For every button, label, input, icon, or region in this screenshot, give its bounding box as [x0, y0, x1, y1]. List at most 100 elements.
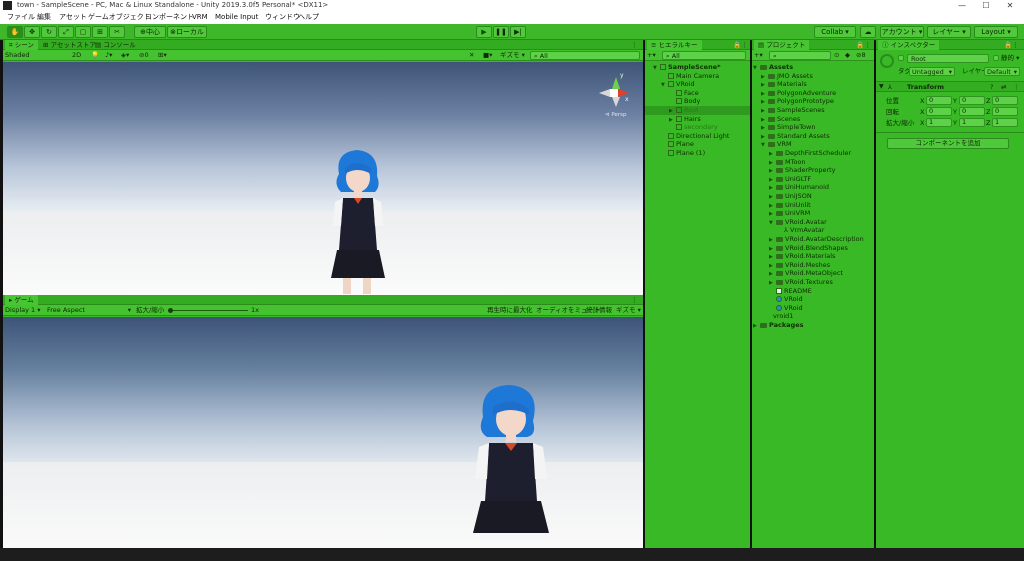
- scene-menu-icon[interactable]: ⋮: [627, 40, 642, 50]
- folder-icon: [776, 194, 783, 199]
- camera-icon[interactable]: ■▾: [483, 51, 492, 60]
- step-icon[interactable]: ▶|: [510, 26, 526, 38]
- lighting-icon[interactable]: 💡: [91, 51, 99, 60]
- tab-game[interactable]: ▸ ゲーム: [5, 295, 38, 305]
- aspect-dropdown[interactable]: Free Aspect ▾: [47, 306, 133, 315]
- display-dropdown[interactable]: Display 1 ▾: [5, 306, 45, 315]
- menu-vrm[interactable]: VRM: [192, 13, 208, 22]
- project-item[interactable]: ▶ Packages: [752, 321, 874, 330]
- 2d-toggle[interactable]: 2D: [72, 51, 81, 60]
- effects-icon[interactable]: ◈▾: [121, 51, 129, 60]
- menu-gameobject[interactable]: ゲームオブジェクト: [88, 13, 151, 22]
- hierarchy-item[interactable]: Plane (1): [645, 149, 750, 158]
- inspector-lock-icon[interactable]: 🔒⋮: [1000, 40, 1023, 50]
- transform-x-field[interactable]: 1: [926, 118, 952, 127]
- maximize-on-play-toggle[interactable]: 再生時に最大化: [487, 306, 533, 315]
- add-component-button[interactable]: コンポーネントを追加: [887, 138, 1009, 149]
- project-search-input[interactable]: ⌕: [769, 51, 831, 60]
- menu-component[interactable]: コンポーネント: [145, 13, 194, 22]
- scene-viewport[interactable]: y x ⊲ Persp: [3, 62, 643, 295]
- play-icon[interactable]: ▶: [476, 26, 492, 38]
- stats-toggle[interactable]: 統計情報: [586, 306, 612, 315]
- menu-file[interactable]: ファイル: [7, 13, 35, 22]
- menu-mobile-input[interactable]: Mobile Input: [215, 13, 258, 22]
- cloud-icon[interactable]: ☁: [860, 26, 876, 38]
- tab-project-label: プロジェクト: [766, 41, 806, 49]
- project-item-label: UniUnlit: [785, 200, 811, 209]
- account-dropdown[interactable]: アカウント ▾: [880, 26, 924, 38]
- project-item-label: Materials: [777, 80, 807, 89]
- scene-orientation-gizmo[interactable]: y x ⊲ Persp: [597, 72, 631, 122]
- hand-tool-icon[interactable]: ✋: [7, 26, 23, 38]
- collapsed-arrow-icon[interactable]: ▶: [753, 322, 760, 331]
- pivot-local-button[interactable]: ⊗ローカル: [167, 26, 207, 38]
- transform-help-icon[interactable]: ?: [990, 83, 993, 91]
- project-create-button[interactable]: +▾: [754, 51, 763, 60]
- transform-header[interactable]: ▼ ⅄ Transform ? ⇄ ⋮: [876, 81, 1024, 92]
- layer-dropdown[interactable]: Default ▾: [984, 67, 1020, 76]
- hierarchy-create-button[interactable]: +▾: [647, 51, 656, 60]
- menu-window[interactable]: ウィンドウ: [265, 13, 300, 22]
- tab-project[interactable]: ▤ プロジェクト: [754, 40, 810, 50]
- close-button[interactable]: ✕: [998, 0, 1022, 11]
- menu-edit[interactable]: 編集: [37, 13, 51, 22]
- transform-x-field[interactable]: 0: [926, 107, 952, 116]
- transform-tool-icon[interactable]: ⊞: [92, 26, 108, 38]
- rotate-tool-icon[interactable]: ↻: [41, 26, 57, 38]
- tab-inspector[interactable]: ⓘ インスペクター: [878, 40, 940, 50]
- scene-gizmos-dropdown[interactable]: ギズモ ▾: [500, 51, 525, 60]
- hidden-packages-toggle[interactable]: ⊘8: [856, 51, 866, 60]
- minimize-button[interactable]: —: [950, 0, 974, 11]
- account-label: アカウント: [881, 28, 917, 36]
- scene-search-input[interactable]: ⌕ All: [530, 51, 640, 60]
- transform-z-field[interactable]: 1: [992, 118, 1018, 127]
- tab-console[interactable]: ▤ コンソール: [91, 40, 140, 50]
- maximize-button[interactable]: ☐: [974, 0, 998, 11]
- project-lock-icon[interactable]: 🔒⋮: [852, 40, 875, 50]
- pivot-center-button[interactable]: ⊕中心: [134, 26, 166, 38]
- active-checkbox[interactable]: [898, 55, 904, 61]
- scale-slider-thumb[interactable]: [168, 308, 173, 313]
- tag-dropdown[interactable]: Untagged ▾: [909, 67, 955, 76]
- transform-z-field[interactable]: 0: [992, 107, 1018, 116]
- shading-mode-dropdown[interactable]: Shaded: [5, 51, 61, 60]
- filter-label-icon[interactable]: ◆: [845, 51, 850, 60]
- axis-x-label: X: [920, 119, 925, 127]
- pause-icon[interactable]: ❚❚: [493, 26, 509, 38]
- transform-y-field[interactable]: 0: [959, 107, 985, 116]
- transform-z-field[interactable]: 0: [992, 96, 1018, 105]
- transform-preset-icon[interactable]: ⇄: [1001, 83, 1006, 91]
- filter-type-icon[interactable]: ⊙: [834, 51, 839, 60]
- hierarchy-lock-icon[interactable]: 🔒⋮: [729, 40, 752, 50]
- layout-dropdown[interactable]: Layout ▾: [974, 26, 1018, 38]
- static-dropdown[interactable]: 静的 ▾: [1001, 54, 1019, 63]
- gameobject-icon: [668, 132, 674, 139]
- static-checkbox[interactable]: [993, 55, 999, 61]
- transform-x-field[interactable]: 0: [926, 96, 952, 105]
- audio-icon[interactable]: ♪▾: [105, 51, 112, 60]
- rect-tool-icon[interactable]: ▢: [75, 26, 91, 38]
- object-name-field[interactable]: Root: [907, 54, 989, 63]
- hierarchy-search-input[interactable]: ⌕ All: [662, 51, 746, 60]
- folder-icon: [776, 271, 783, 277]
- layers-dropdown[interactable]: レイヤー ▾: [927, 26, 971, 38]
- transform-y-field[interactable]: 0: [959, 96, 985, 105]
- move-tool-icon[interactable]: ✥: [24, 26, 40, 38]
- scale-slider[interactable]: [168, 306, 248, 315]
- hidden-objects-toggle[interactable]: ⊘0: [139, 51, 149, 60]
- collab-button[interactable]: Collab ▾: [814, 26, 856, 38]
- tab-hierarchy[interactable]: ≡ ヒエラルキー: [647, 40, 702, 50]
- game-gizmos-dropdown[interactable]: ギズモ ▾: [616, 306, 641, 315]
- menu-help[interactable]: ヘルプ: [298, 13, 319, 22]
- game-viewport[interactable]: [3, 317, 643, 548]
- folder-icon: [776, 176, 783, 182]
- menu-assets[interactable]: アセット: [59, 13, 87, 22]
- scale-tool-icon[interactable]: ⤢: [58, 26, 74, 38]
- transform-y-field[interactable]: 1: [959, 118, 985, 127]
- custom-tool-icon[interactable]: ✂: [109, 26, 125, 38]
- transform-menu-icon[interactable]: ⋮: [1013, 83, 1020, 91]
- grid-icon[interactable]: ⊞▾: [158, 51, 167, 60]
- game-menu-icon[interactable]: ⋮: [627, 295, 642, 305]
- tools-icon[interactable]: ✕: [469, 51, 474, 60]
- tab-scene[interactable]: ⌗ シーン: [5, 40, 38, 50]
